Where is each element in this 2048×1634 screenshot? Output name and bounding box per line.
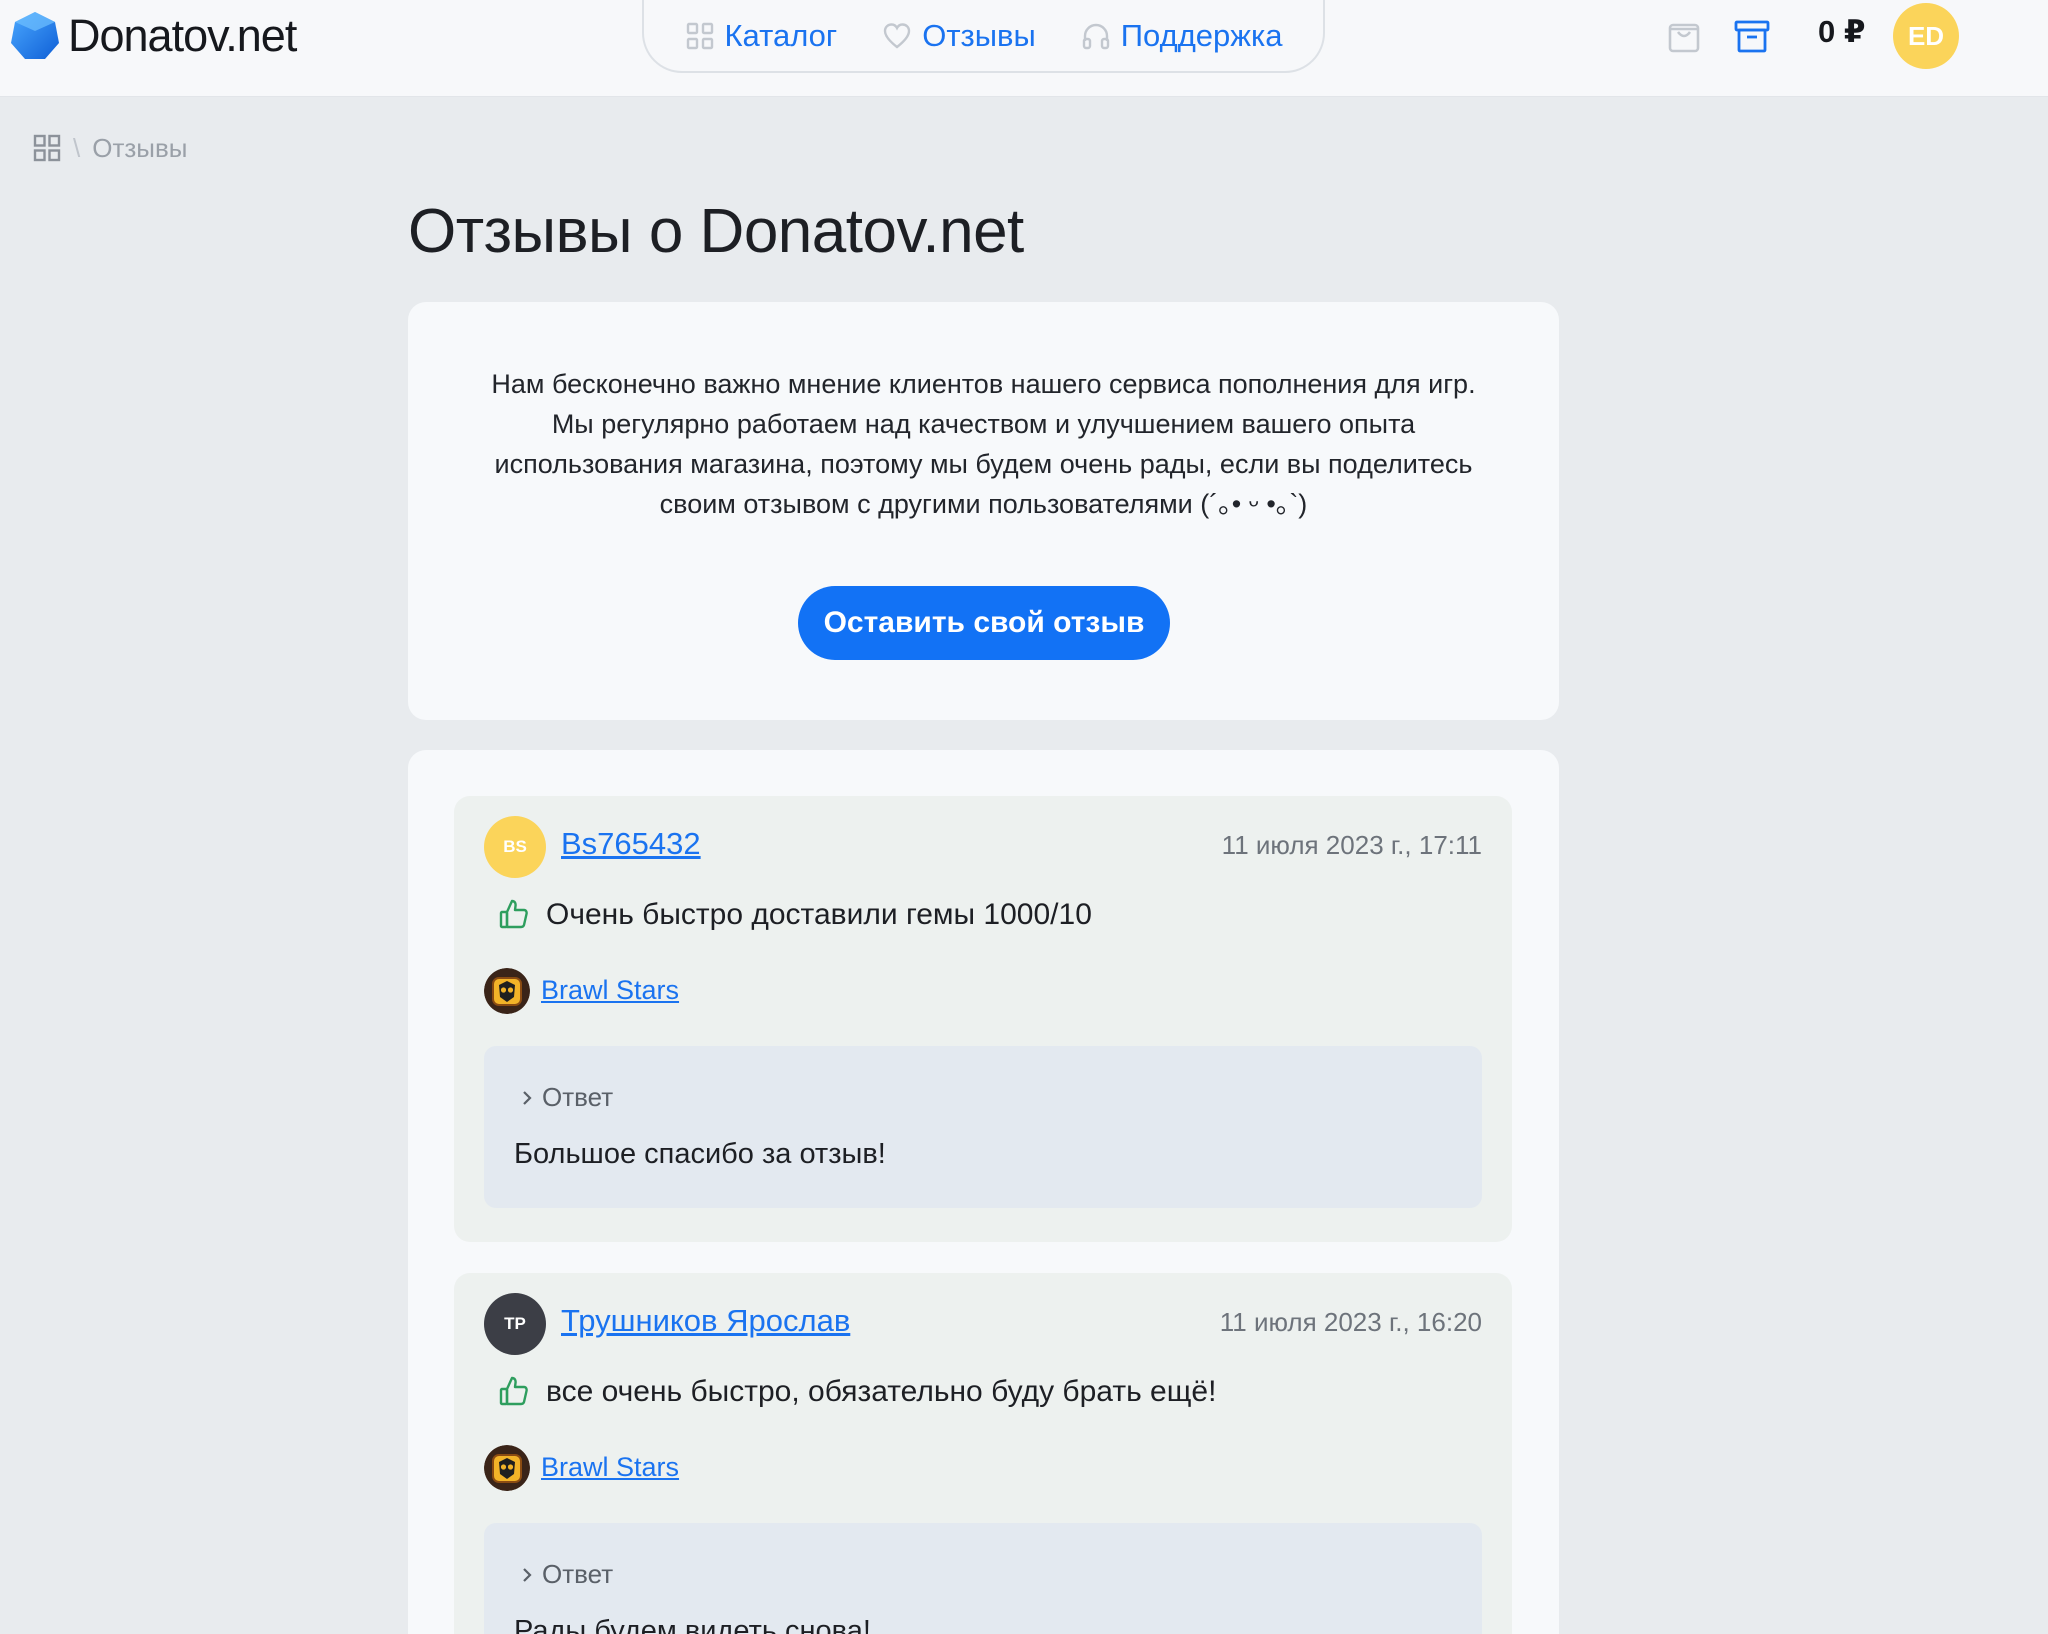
intro-card: Нам бесконечно важно мнение клиентов наш… (408, 302, 1559, 720)
logo-gem-icon (11, 12, 59, 59)
reviewer-name-link[interactable]: Трушников Ярослав (561, 1303, 850, 1339)
reply-box: Ответ Большое спасибо за отзыв! (484, 1046, 1482, 1208)
reviews-list: BS Bs765432 11 июля 2023 г., 17:11 Очень… (408, 750, 1559, 1634)
reply-toggle[interactable]: Ответ (518, 1082, 613, 1113)
page: Donatov.net Каталог Отзывы Поддержка 0 ₽… (0, 0, 2048, 1634)
nav-reviews[interactable]: Отзывы (882, 18, 1036, 54)
balance[interactable]: 0 ₽ (1818, 14, 1865, 50)
nav-support-label: Поддержка (1120, 17, 1283, 53)
reply-label: Ответ (542, 1082, 614, 1112)
thumbs-up-icon (499, 1376, 528, 1406)
reviewer-avatar: ТР (484, 1293, 546, 1355)
nav-catalog[interactable]: Каталог (685, 17, 838, 54)
intro-text: Нам бесконечно важно мнение клиентов наш… (491, 369, 1476, 519)
breadcrumb: \ Отзывы (33, 130, 187, 166)
brawl-stars-icon (484, 1445, 530, 1491)
nav-support[interactable]: Поддержка (1081, 18, 1283, 54)
user-avatar[interactable]: ED (1893, 3, 1959, 69)
nav-reviews-label: Отзывы (922, 17, 1036, 53)
review-item: BS Bs765432 11 июля 2023 г., 17:11 Очень… (454, 796, 1512, 1242)
reply-label: Ответ (542, 1559, 614, 1589)
game-link[interactable]: Brawl Stars (541, 975, 679, 1006)
chevron-right-icon (523, 1567, 532, 1582)
brawl-stars-icon (484, 968, 530, 1014)
home-grid-icon[interactable] (33, 134, 61, 162)
main-nav: Каталог Отзывы Поддержка (642, 0, 1325, 73)
breadcrumb-current: Отзывы (92, 132, 188, 163)
headphones-icon (1082, 23, 1109, 49)
breadcrumb-separator: \ (73, 132, 81, 163)
logo-link[interactable]: Donatov.net (10, 6, 297, 66)
reply-text: Большое спасибо за отзыв! (514, 1138, 886, 1170)
reviewer-name-link[interactable]: Bs765432 (561, 826, 701, 862)
heart-icon (884, 22, 911, 49)
orders-box-icon[interactable] (1734, 18, 1770, 54)
review-item: ТР Трушников Ярослав 11 июля 2023 г., 16… (454, 1273, 1512, 1634)
reply-text: Рады будем видеть снова! (514, 1615, 871, 1634)
review-text: все очень быстро, обязательно буду брать… (546, 1375, 1217, 1408)
cart-icon[interactable] (1666, 18, 1702, 54)
page-title: Отзывы о Donatov.net (408, 197, 1024, 266)
grid-icon (686, 22, 713, 49)
logo-text: Donatov.net (68, 10, 297, 61)
reply-box: Ответ Рады будем видеть снова! (484, 1523, 1482, 1634)
game-link[interactable]: Brawl Stars (541, 1452, 679, 1483)
chevron-right-icon (523, 1090, 532, 1105)
review-date: 11 июля 2023 г., 16:20 (1219, 1307, 1482, 1337)
thumbs-up-icon (499, 899, 528, 929)
reviewer-avatar: BS (484, 816, 546, 878)
review-text: Очень быстро доставили гемы 1000/10 (546, 898, 1092, 931)
review-date: 11 июля 2023 г., 17:11 (1221, 830, 1482, 860)
leave-review-button[interactable]: Оставить свой отзыв (798, 586, 1170, 660)
reply-toggle[interactable]: Ответ (518, 1559, 613, 1590)
site-header: Donatov.net Каталог Отзывы Поддержка 0 ₽… (0, 0, 2048, 97)
nav-catalog-label: Каталог (724, 17, 838, 53)
